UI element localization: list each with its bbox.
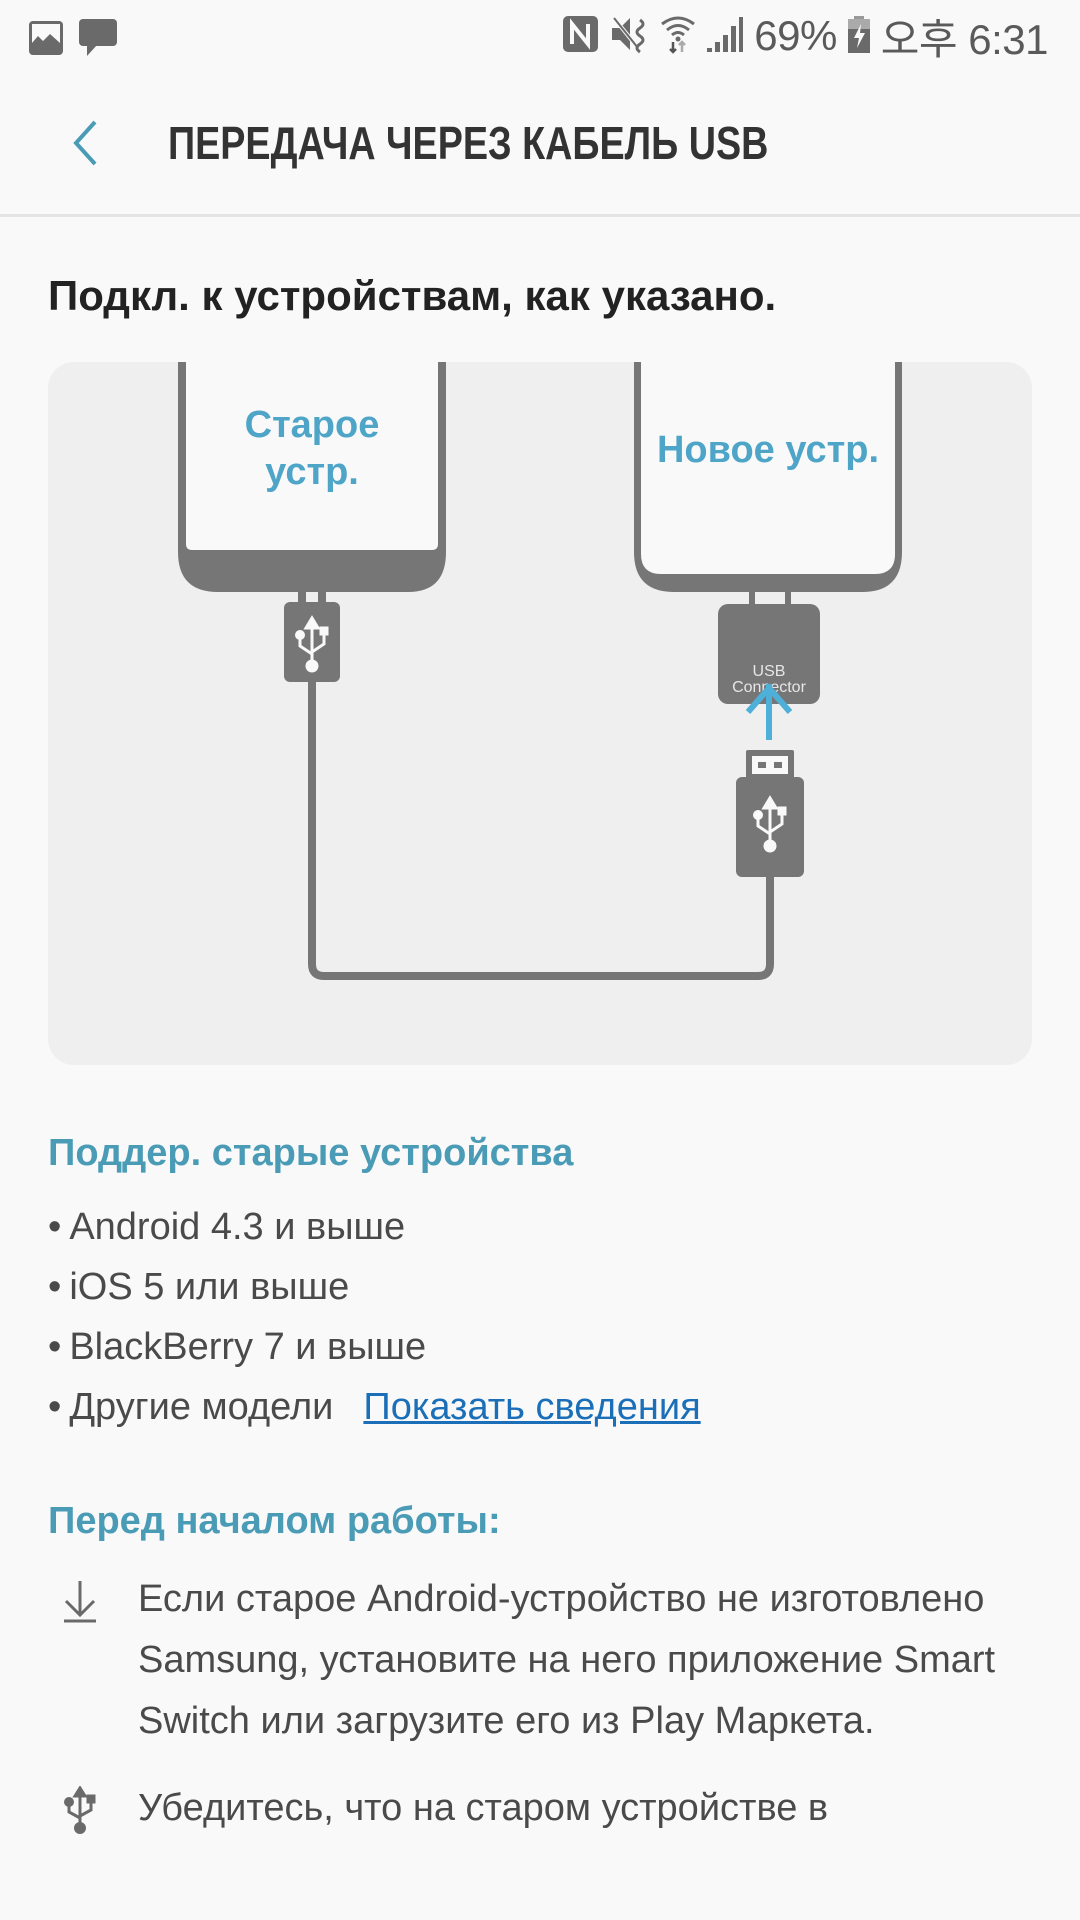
vibrate-mute-icon: [610, 14, 650, 59]
chevron-left-icon: [73, 120, 97, 166]
back-button[interactable]: [56, 110, 116, 176]
battery-charging-icon: [847, 14, 871, 59]
nfc-icon: [562, 14, 600, 59]
wifi-icon: [660, 14, 696, 59]
before-start-tips: Если старое Android-устройство не изгото…: [48, 1569, 1038, 1865]
usb-cable: [308, 682, 774, 980]
new-device-label: Новое устр.: [657, 429, 879, 471]
supported-devices-title: Поддер. старые устройства: [48, 1132, 574, 1174]
before-start-title: Перед началом работы:: [48, 1500, 501, 1542]
connection-illustration: Старое устр. Новое устр. USB Connector: [48, 362, 1032, 1065]
page-title: ПЕРЕДАЧА ЧЕРЕЗ КАБЕЛЬ USB: [168, 117, 769, 169]
tip-item: Убедитесь, что на старом устройстве в: [48, 1778, 1038, 1839]
battery-percent: 69%: [754, 12, 837, 59]
usb-icon: [64, 1786, 96, 1834]
download-icon: [64, 1581, 96, 1623]
list-item: • Другие модели Показать сведения: [48, 1385, 701, 1429]
list-item-text: Android 4.3 и выше: [69, 1205, 406, 1248]
clock: 오후 6:31: [880, 15, 1049, 63]
instruction-text: Подкл. к устройствам, как указано.: [48, 272, 777, 319]
signal-icon: [706, 14, 744, 59]
tip-item: Если старое Android-устройство не изгото…: [48, 1569, 1038, 1752]
tip-text: Если старое Android-устройство не изгото…: [138, 1578, 996, 1742]
old-device-label: Старое: [245, 404, 380, 446]
status-bar: 69% 오후 6:31: [0, 0, 1080, 72]
usb-plug: [736, 750, 804, 877]
show-details-link[interactable]: Показать сведения: [363, 1386, 700, 1429]
gallery-icon: [28, 20, 64, 61]
old-device-label-2: устр.: [265, 451, 359, 493]
app-bar: ПЕРЕДАЧА ЧЕРЕЗ КАБЕЛЬ USB: [0, 72, 1080, 217]
supported-devices-list: • Android 4.3 и выше • iOS 5 или выше • Bla…: [48, 1197, 701, 1437]
list-item: • Android 4.3 и выше: [48, 1205, 406, 1248]
list-item-text: iOS 5 или выше: [69, 1265, 350, 1308]
connector-label: USB: [753, 663, 786, 680]
message-icon: [78, 18, 118, 63]
list-item-text: BlackBerry 7 и выше: [69, 1325, 427, 1368]
list-item: • iOS 5 или выше: [48, 1265, 350, 1308]
list-item-text: Другие модели: [69, 1385, 334, 1428]
tip-text: Убедитесь, что на старом устройстве в: [138, 1787, 829, 1829]
new-device: [634, 362, 902, 704]
list-item: • BlackBerry 7 и выше: [48, 1325, 427, 1368]
